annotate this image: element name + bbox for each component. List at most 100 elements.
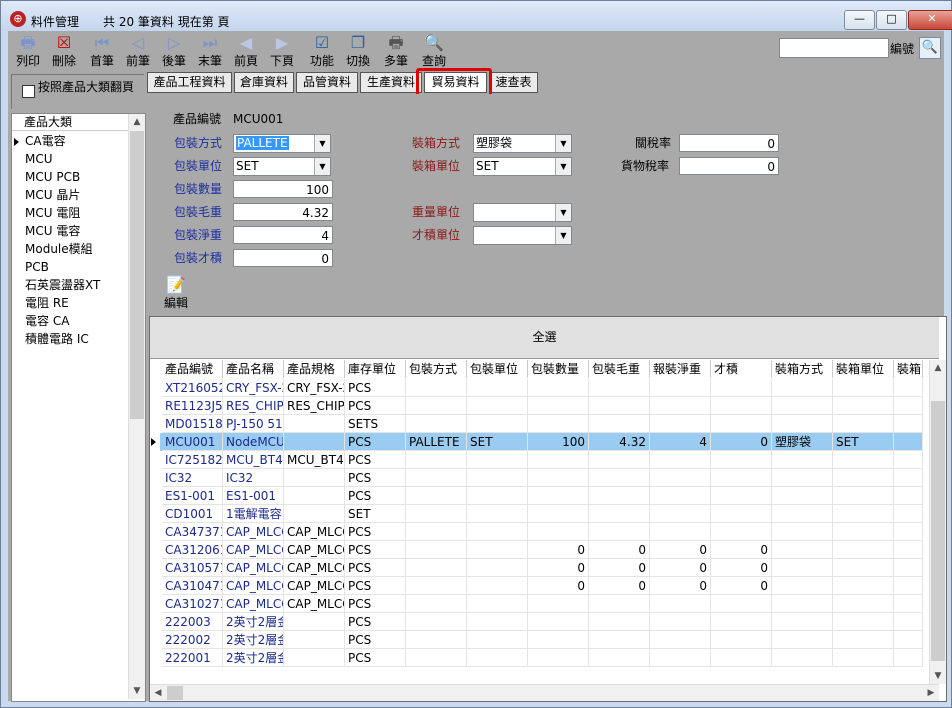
grid-cell[interactable]: ES1-001: [162, 487, 223, 505]
grid-cell[interactable]: [772, 379, 833, 397]
pack-qty-field[interactable]: 100: [233, 180, 333, 198]
tariff-field[interactable]: 0: [679, 134, 779, 152]
chevron-down-icon[interactable]: ▼: [555, 158, 571, 175]
grid-cell[interactable]: PCS: [345, 559, 406, 577]
grid-cell[interactable]: [711, 451, 772, 469]
grid-cell[interactable]: [894, 505, 923, 523]
column-header[interactable]: 包裝單位: [467, 360, 528, 378]
grid-cell[interactable]: 0: [711, 577, 772, 595]
grid-cell[interactable]: CAP_MLCC: [223, 559, 284, 577]
grid-cell[interactable]: 1電解電容: [223, 505, 284, 523]
grid-cell[interactable]: [894, 559, 923, 577]
grid-cell[interactable]: [467, 469, 528, 487]
query-button[interactable]: 🔍 查詢: [418, 33, 450, 71]
grid-cell[interactable]: [406, 505, 467, 523]
grid-cell[interactable]: CAP_MLCC: [284, 595, 345, 613]
grid-cell[interactable]: [589, 613, 650, 631]
column-header[interactable]: 產品規格: [284, 360, 345, 378]
grid-cell[interactable]: [467, 415, 528, 433]
grid-cell[interactable]: CAP_MLCC: [223, 541, 284, 559]
title-bar[interactable]: ⊕ 料件管理 共 20 筆資料 現在第 頁 — □ ✕: [1, 1, 952, 31]
grid-cell[interactable]: [711, 595, 772, 613]
previous-record-button[interactable]: ◁ 前筆: [122, 33, 154, 71]
function-button[interactable]: ☑ 功能: [306, 33, 338, 71]
grid-cell[interactable]: [650, 487, 711, 505]
grid-cell[interactable]: RE1123J51: [162, 397, 223, 415]
category-item[interactable]: MCU PCB: [12, 168, 129, 186]
grid-cell[interactable]: 0: [589, 577, 650, 595]
grid-cell[interactable]: [528, 379, 589, 397]
grid-cell[interactable]: [589, 451, 650, 469]
grid-cell[interactable]: CA3105712: [162, 559, 223, 577]
grid-cell[interactable]: 0: [650, 559, 711, 577]
scroll-up-icon[interactable]: ▲: [930, 360, 946, 376]
grid-cell[interactable]: [467, 577, 528, 595]
grid-cell[interactable]: [528, 595, 589, 613]
grid-cell[interactable]: [467, 397, 528, 415]
category-item[interactable]: 石英震盪器XT: [12, 276, 129, 294]
grid-cell[interactable]: [772, 541, 833, 559]
grid-cell[interactable]: IC7251822E: [162, 451, 223, 469]
grid-cell[interactable]: [772, 649, 833, 667]
grid-cell[interactable]: [406, 469, 467, 487]
grid-cell[interactable]: [772, 595, 833, 613]
category-item[interactable]: MCU 電阻: [12, 204, 129, 222]
grid-cell[interactable]: [528, 469, 589, 487]
grid-cell[interactable]: [284, 415, 345, 433]
grid-cell[interactable]: 222002: [162, 631, 223, 649]
grid-cell[interactable]: CA3102712: [162, 595, 223, 613]
grid-cell[interactable]: [528, 487, 589, 505]
grid-cell[interactable]: IC32: [223, 469, 284, 487]
tab-product-engineering[interactable]: 產品工程資料: [147, 72, 232, 93]
box-method-select[interactable]: 塑膠袋 ▼: [473, 134, 572, 153]
grid-cell[interactable]: [406, 487, 467, 505]
grid-cell[interactable]: [284, 487, 345, 505]
column-header[interactable]: 產品編號: [162, 360, 223, 378]
grid-cell[interactable]: [589, 505, 650, 523]
grid-horizontal-scrollbar[interactable]: ◀ ▶: [150, 684, 939, 701]
grid-cell[interactable]: [406, 415, 467, 433]
grid-cell[interactable]: [406, 649, 467, 667]
grid-cell[interactable]: [772, 451, 833, 469]
category-item[interactable]: Module模組: [12, 240, 129, 258]
grid-cell[interactable]: CA3120612: [162, 541, 223, 559]
scroll-down-icon[interactable]: ▼: [930, 668, 946, 684]
grid-cell[interactable]: [406, 631, 467, 649]
grid-cell[interactable]: NodeMCU瑾: [223, 433, 284, 451]
grid-cell[interactable]: [772, 613, 833, 631]
grid-cell[interactable]: 塑膠袋: [772, 433, 833, 451]
grid-cell[interactable]: [467, 379, 528, 397]
grid-cell[interactable]: MCU_BT4.(: [284, 451, 345, 469]
grid-cell[interactable]: [833, 397, 894, 415]
grid-cell[interactable]: [589, 631, 650, 649]
category-list[interactable]: 產品大類 CA電容 MCU MCU PCB MCU 晶片 MCU 電阻 MCU …: [11, 113, 146, 702]
grid-cell[interactable]: [894, 379, 923, 397]
grid-cell[interactable]: [467, 649, 528, 667]
grid-cell[interactable]: PJ-150 518: [223, 415, 284, 433]
grid-cell[interactable]: [650, 451, 711, 469]
grid-cell[interactable]: PCS: [345, 451, 406, 469]
grid-cell[interactable]: [833, 541, 894, 559]
grid-cell[interactable]: [772, 487, 833, 505]
goods-tax-field[interactable]: 0: [679, 157, 779, 175]
grid-cell[interactable]: 0: [711, 541, 772, 559]
minimize-button[interactable]: —: [844, 10, 875, 30]
grid-cell[interactable]: 0: [589, 559, 650, 577]
grid-cell[interactable]: PCS: [345, 523, 406, 541]
grid-cell[interactable]: SETS: [345, 415, 406, 433]
grid-cell[interactable]: [467, 541, 528, 559]
column-header[interactable]: 報裝淨重: [650, 360, 711, 378]
grid-cell[interactable]: [711, 379, 772, 397]
grid-cell[interactable]: [833, 523, 894, 541]
grid-cell[interactable]: [284, 649, 345, 667]
grid-cell[interactable]: [406, 613, 467, 631]
grid-cell[interactable]: [467, 613, 528, 631]
category-item[interactable]: MCU 電容: [12, 222, 129, 240]
grid-cell[interactable]: [650, 397, 711, 415]
grid-cell[interactable]: [833, 451, 894, 469]
grid-cell[interactable]: [467, 559, 528, 577]
net-weight-field[interactable]: 4: [233, 226, 333, 244]
chevron-down-icon[interactable]: ▼: [555, 204, 571, 221]
gross-weight-field[interactable]: 4.32: [233, 203, 333, 221]
print-button[interactable]: 🖶 列印: [12, 33, 44, 71]
